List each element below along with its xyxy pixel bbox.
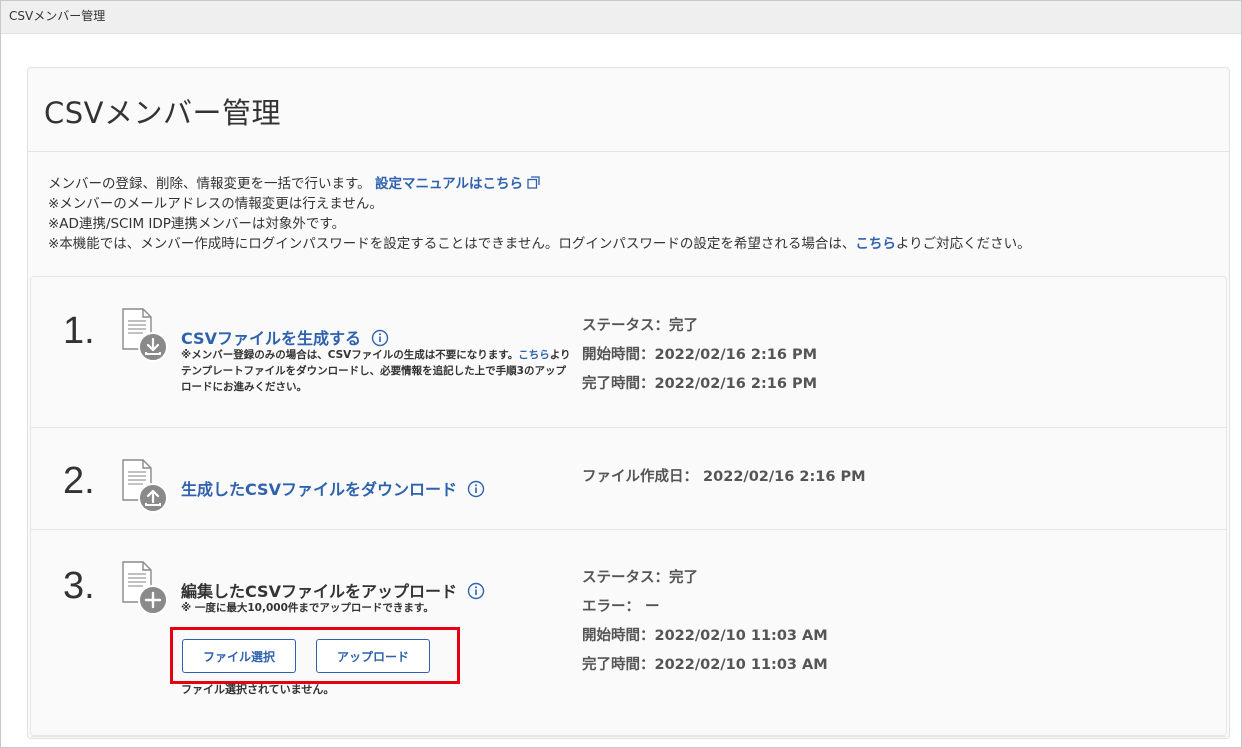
description-line-2: ※メンバーのメールアドレスの情報変更は行えません。 [48, 196, 383, 212]
file-selection-status: ファイル選択されていません。 [181, 683, 335, 696]
steps-container: 1. CSVファイルを生成する ※メンバー登録のみの場合は、CSVファイルの生成… [30, 276, 1227, 737]
step-1-start-time: 開始時間：2022/02/16 2:16 PM [582, 347, 818, 363]
step-3-title: 編集したCSVファイルをアップロード [181, 578, 485, 602]
step-2-file-created-date: ファイル作成日： 2022/02/16 2:16 PM [582, 469, 866, 485]
window-title: CSVメンバー管理 [9, 9, 106, 23]
description-line-3: ※AD連携/SCIM IDP連携メンバーは対象外です。 [48, 216, 346, 232]
page-title: CSVメンバー管理 [44, 96, 281, 130]
step-3-status: ステータス：完了 エラー： ー 開始時間：2022/02/10 11:03 AM… [582, 566, 828, 682]
step-1-title[interactable]: CSVファイルを生成する [181, 325, 389, 349]
template-download-link[interactable]: こちら [518, 349, 550, 361]
step-1-status-value: ステータス：完了 [582, 318, 698, 334]
external-link-icon[interactable] [527, 176, 540, 189]
panel-header: CSVメンバー管理 [28, 68, 1229, 152]
step-1: 1. CSVファイルを生成する ※メンバー登録のみの場合は、CSVファイルの生成… [31, 277, 1226, 428]
step-1-note: ※メンバー登録のみの場合は、CSVファイルの生成は不要になります。こちらよりテン… [181, 349, 571, 393]
window-titlebar: CSVメンバー管理 [1, 1, 1241, 34]
description: メンバーの登録、削除、情報変更を一括で行います。 設定マニュアルはこちら ※メン… [28, 152, 1229, 254]
info-icon[interactable] [467, 582, 485, 600]
description-line-1: メンバーの登録、削除、情報変更を一括で行います。 設定マニュアルはこちら [48, 174, 1229, 194]
info-icon[interactable] [371, 329, 389, 347]
step-3-end-time: 完了時間：2022/02/10 11:03 AM [582, 657, 828, 673]
step-3-status-value: ステータス：完了 [582, 570, 698, 586]
step-3-number: 3. [63, 565, 95, 607]
file-select-button[interactable]: ファイル選択 [182, 639, 296, 673]
upload-button[interactable]: アップロード [316, 639, 430, 673]
info-icon[interactable] [467, 480, 485, 498]
manual-link[interactable]: 設定マニュアルはこちら [375, 176, 523, 192]
step-1-status: ステータス：完了 開始時間：2022/02/16 2:16 PM 完了時間：20… [582, 314, 817, 401]
csv-add-file-icon [122, 561, 168, 615]
step-3-start-time: 開始時間：2022/02/10 11:03 AM [582, 628, 828, 644]
step-2-status: ファイル作成日： 2022/02/16 2:16 PM [582, 465, 866, 494]
step-2: 2. 生成したCSVファイルをダウンロード ファイル作成日： 2022/02/1… [31, 428, 1226, 530]
step-3-note: ※ 一度に最大10,000件までアップロードできます。 [181, 602, 434, 614]
password-settings-link[interactable]: こちら [855, 236, 896, 252]
step-1-end-time: 完了時間：2022/02/16 2:16 PM [582, 376, 818, 392]
main-panel: CSVメンバー管理 メンバーの登録、削除、情報変更を一括で行います。 設定マニュ… [27, 67, 1230, 739]
step-2-number: 2. [63, 460, 95, 502]
step-2-title[interactable]: 生成したCSVファイルをダウンロード [181, 476, 485, 500]
csv-generate-download-icon [122, 308, 168, 362]
description-line-4: ※本機能では、メンバー作成時にログインパスワードを設定することはできません。ログ… [48, 236, 1031, 252]
step-3-error: エラー： ー [582, 599, 660, 615]
step-1-number: 1. [63, 310, 95, 352]
csv-download-upload-icon [122, 459, 168, 513]
